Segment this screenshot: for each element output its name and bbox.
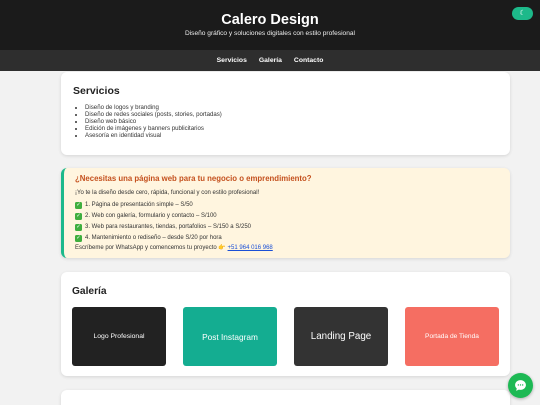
offer-cta: Escríbeme por WhatsApp y comencemos tu p… bbox=[75, 244, 499, 251]
check-icon: ✓ bbox=[75, 202, 82, 209]
tile-label: Logo Profesional bbox=[93, 333, 145, 340]
gallery-heading: Galería bbox=[72, 286, 107, 297]
web-offer-section: ¿Necesitas una página web para tu negoci… bbox=[61, 168, 510, 258]
list-item: ✓ 4. Mantenimiento o rediseño – desde S/… bbox=[75, 233, 499, 244]
nav-link-contacto[interactable]: Contacto bbox=[294, 57, 323, 64]
offer-intro: ¡Yo te la diseño desde cero, rápida, fun… bbox=[75, 190, 260, 196]
list-item: ✓ 1. Página de presentación simple – S/5… bbox=[75, 200, 499, 211]
gallery-tile-logo[interactable]: Logo Profesional bbox=[72, 307, 166, 366]
moon-icon: ☾ bbox=[519, 10, 526, 17]
gallery-tile-landing[interactable]: Landing Page bbox=[294, 307, 388, 366]
gallery-tile-store[interactable]: Portada de Tienda bbox=[405, 307, 499, 366]
list-item: Diseño de redes sociales (posts, stories… bbox=[85, 111, 498, 118]
offer-item-label: 2. Web con galería, formulario y contact… bbox=[85, 213, 217, 219]
offer-item-label: 1. Página de presentación simple – S/50 bbox=[85, 202, 193, 208]
check-icon: ✓ bbox=[75, 213, 82, 220]
gallery-section: Galería Logo Profesional Post Instagram … bbox=[61, 272, 510, 376]
services-heading: Servicios bbox=[73, 85, 120, 97]
tile-label: Post Instagram bbox=[202, 331, 258, 342]
offer-item-label: 4. Mantenimiento o rediseño – desde S/20… bbox=[85, 235, 222, 241]
list-item: Diseño web básico bbox=[85, 118, 498, 125]
site-title: Calero Design bbox=[221, 12, 319, 28]
theme-toggle-button[interactable]: ☾ bbox=[512, 7, 533, 20]
site-subtitle: Diseño gráfico y soluciones digitales co… bbox=[184, 30, 356, 37]
gallery-grid: Logo Profesional Post Instagram Landing … bbox=[72, 307, 499, 366]
check-icon: ✓ bbox=[75, 235, 82, 242]
chat-icon bbox=[515, 380, 526, 391]
list-item: Diseño de logos y branding bbox=[85, 104, 498, 111]
list-item: Edición de imágenes y banners publicitar… bbox=[85, 125, 498, 132]
list-item: Asesoría en identidad visual bbox=[85, 132, 498, 139]
nav-link-galeria[interactable]: Galería bbox=[259, 57, 282, 64]
check-icon: ✓ bbox=[75, 224, 82, 231]
offer-heading: ¿Necesitas una página web para tu negoci… bbox=[75, 174, 312, 183]
nav-link-servicios[interactable]: Servicios bbox=[217, 57, 247, 64]
list-item: ✓ 2. Web con galería, formulario y conta… bbox=[75, 211, 499, 222]
gallery-tile-instagram[interactable]: Post Instagram bbox=[183, 307, 277, 366]
offer-item-label: 3. Web para restaurantes, tiendas, porta… bbox=[85, 224, 251, 230]
services-section: Servicios Diseño de logos y branding Dis… bbox=[61, 72, 510, 155]
site-header: Calero Design Diseño gráfico y solucione… bbox=[0, 0, 540, 50]
whatsapp-phone-link[interactable]: +51 964 016 968 bbox=[228, 245, 273, 251]
cta-text: Escríbeme por WhatsApp y comencemos tu p… bbox=[75, 245, 226, 251]
list-item: ✓ 3. Web para restaurantes, tiendas, por… bbox=[75, 222, 499, 233]
services-list: Diseño de logos y branding Diseño de red… bbox=[73, 104, 498, 139]
tile-label: Portada de Tienda bbox=[425, 333, 479, 340]
main-nav: Servicios Galería Contacto bbox=[0, 50, 540, 71]
whatsapp-chat-button[interactable] bbox=[508, 373, 533, 398]
tile-label: Landing Page bbox=[310, 331, 372, 342]
next-section bbox=[61, 390, 510, 405]
